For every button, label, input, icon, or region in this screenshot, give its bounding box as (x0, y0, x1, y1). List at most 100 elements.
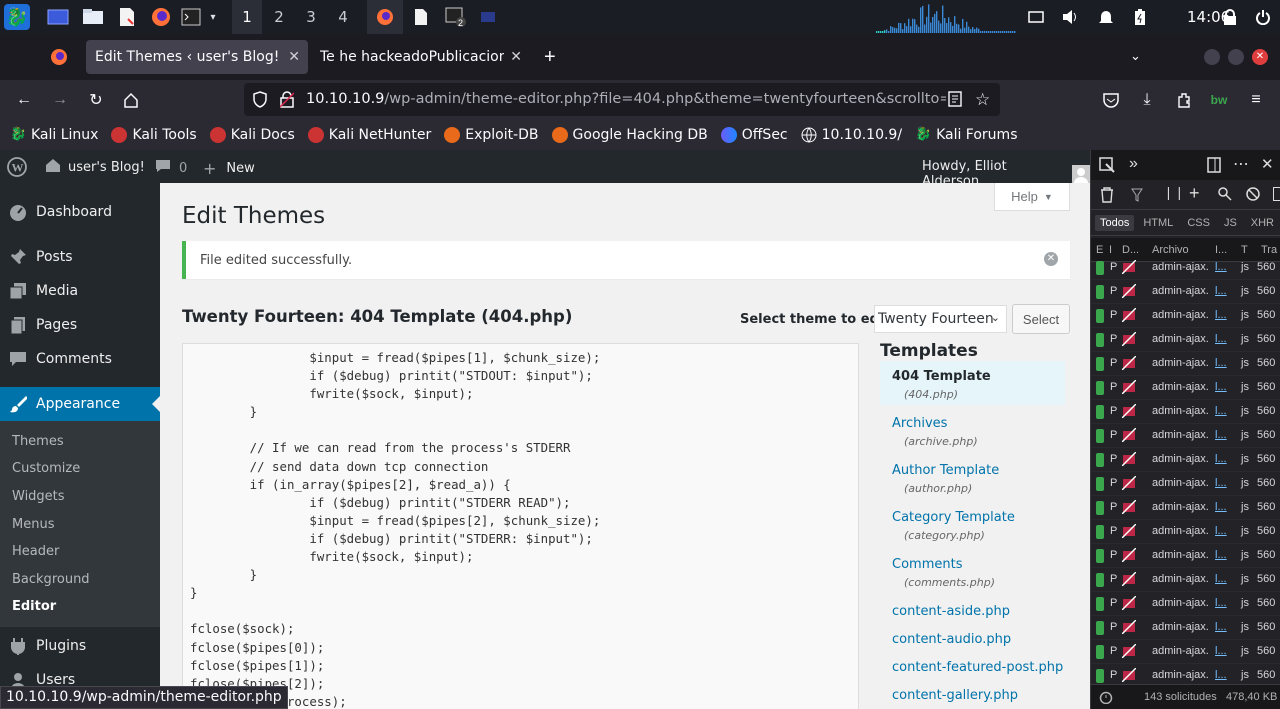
workspace-1[interactable]: 1 (232, 0, 262, 34)
bookmark-kali-linux[interactable]: 🐉 Kali Linux (10, 127, 98, 143)
theme-select[interactable]: Twenty Fourteen ⌄ (874, 305, 1007, 333)
url-text[interactable]: 10.10.10.9/wp-admin/theme-editor.php?fil… (306, 91, 946, 107)
dismiss-icon[interactable]: ✕ (1044, 252, 1058, 266)
template-item[interactable]: Category Template (category.php) (880, 502, 1065, 546)
new-content-link[interactable]: + New (203, 159, 255, 178)
code-editor[interactable]: $input = fread($pipes[1], $chunk_size); … (182, 343, 859, 709)
template-item[interactable]: content-featured-post.php (880, 652, 1065, 678)
network-row[interactable]: Padmin-ajax. l... js 560 (1091, 424, 1280, 448)
minimize-button[interactable] (1204, 49, 1220, 65)
row-initiator[interactable]: l... (1215, 477, 1227, 489)
network-row[interactable]: Padmin-ajax. l... js 560 (1091, 376, 1280, 400)
network-row[interactable]: Padmin-ajax. l... js 560 (1091, 280, 1280, 304)
col-file[interactable]: Archivo (1152, 244, 1189, 256)
template-item[interactable]: content-aside.php (880, 596, 1065, 622)
menu-dashboard[interactable]: Dashboard (0, 195, 160, 229)
submenu-header[interactable]: Header (12, 544, 59, 559)
filter-all[interactable]: Todos (1095, 214, 1135, 231)
submenu-menus[interactable]: Menus (12, 517, 54, 532)
row-initiator[interactable]: l... (1215, 621, 1227, 633)
network-row[interactable]: Padmin-ajax. l... js 560 (1091, 472, 1280, 496)
insecure-lock-icon[interactable] (279, 91, 295, 113)
volume-icon[interactable] (1060, 6, 1080, 28)
col-initiator[interactable]: I... (1215, 244, 1227, 256)
bookmark-kali-docs[interactable]: Kali Docs (209, 127, 295, 143)
shield-icon[interactable] (252, 91, 268, 113)
pause-icon[interactable]: ❘❘ (1163, 185, 1185, 201)
reload-icon[interactable]: ↻ (85, 89, 107, 111)
row-initiator[interactable]: l... (1215, 573, 1227, 585)
select-button[interactable]: Select (1012, 304, 1070, 334)
dock-side-icon[interactable] (1207, 157, 1221, 178)
template-item[interactable]: 404 Template (404.php) (880, 361, 1065, 405)
row-initiator[interactable]: l... (1215, 381, 1227, 393)
file-manager-icon[interactable] (81, 6, 105, 28)
row-initiator[interactable]: l... (1215, 357, 1227, 369)
network-row[interactable]: Padmin-ajax. l... js 560 (1091, 448, 1280, 472)
workspace-3[interactable]: 3 (296, 0, 326, 34)
element-picker-icon[interactable] (1099, 157, 1115, 178)
row-initiator[interactable]: l... (1215, 669, 1227, 681)
network-row[interactable]: Padmin-ajax. l... js 560 (1091, 496, 1280, 520)
template-item[interactable]: Author Template (author.php) (880, 455, 1065, 499)
lock-icon[interactable] (1220, 6, 1240, 28)
list-tabs-icon[interactable]: ⌄ (1130, 48, 1141, 64)
menu-appearance[interactable]: Appearance (0, 387, 160, 421)
code-content[interactable]: $input = fread($pipes[1], $chunk_size); … (190, 349, 600, 709)
row-initiator[interactable]: l... (1215, 333, 1227, 345)
row-initiator[interactable]: l... (1215, 645, 1227, 657)
close-icon[interactable]: ✕ (288, 48, 300, 65)
home-icon[interactable] (120, 89, 142, 111)
url-bar[interactable]: 10.10.10.9/wp-admin/theme-editor.php?fil… (244, 83, 1000, 116)
reader-view-icon[interactable] (948, 91, 962, 112)
bookmark-10-10-10-9[interactable]: 10.10.10.9/ (801, 127, 902, 143)
template-item[interactable]: Comments (comments.php) (880, 549, 1065, 593)
network-row[interactable]: Padmin-ajax. l... js 560 (1091, 616, 1280, 640)
workspace-2[interactable]: 2 (264, 0, 294, 34)
template-item[interactable]: content-gallery.php (880, 680, 1065, 706)
search-icon[interactable] (1218, 187, 1232, 206)
network-row[interactable]: Padmin-ajax. l... js 560 (1091, 544, 1280, 568)
row-initiator[interactable]: l... (1215, 429, 1227, 441)
menu-plugins[interactable]: Plugins (0, 629, 160, 663)
pocket-icon[interactable] (1100, 89, 1122, 111)
network-row[interactable]: Padmin-ajax. l... js 560 (1091, 400, 1280, 424)
network-row[interactable]: Padmin-ajax. l... js 560 (1091, 304, 1280, 328)
col-transferred[interactable]: Tra (1261, 244, 1277, 256)
chevron-down-icon[interactable]: ▾ (205, 6, 221, 28)
row-initiator[interactable]: l... (1215, 405, 1227, 417)
menu-pages[interactable]: Pages (0, 308, 160, 342)
col-type[interactable]: T (1241, 244, 1248, 256)
submenu-customize[interactable]: Customize (12, 461, 80, 476)
filter-js[interactable]: JS (1219, 215, 1242, 231)
row-initiator[interactable]: l... (1215, 501, 1227, 513)
submenu-background[interactable]: Background (12, 572, 90, 587)
trash-icon[interactable] (1100, 187, 1114, 208)
filter-xhr[interactable]: XHR (1246, 215, 1279, 231)
firefox-view-icon[interactable] (50, 48, 68, 66)
tab-edit-themes[interactable]: Edit Themes ‹ user's Blog! — ✕ (86, 40, 308, 74)
hamburger-menu-icon[interactable]: ≡ (1245, 89, 1267, 111)
menu-comments[interactable]: Comments (0, 342, 160, 376)
network-row[interactable]: Padmin-ajax. l... js 560 (1091, 592, 1280, 616)
col-method[interactable]: I (1109, 244, 1112, 256)
firefox-window-icon[interactable] (367, 0, 403, 34)
comments-link[interactable]: 0 (155, 159, 187, 177)
plus-icon[interactable]: + (1189, 183, 1200, 204)
help-button[interactable]: Help ▼ (994, 183, 1070, 211)
bookmark-kali-nethunter[interactable]: Kali NetHunter (307, 127, 431, 143)
menu-media[interactable]: Media (0, 274, 160, 308)
submenu-editor[interactable]: Editor (12, 599, 56, 614)
row-initiator[interactable]: l... (1215, 597, 1227, 609)
forward-icon[interactable]: → (49, 89, 71, 111)
bookmark-star-icon[interactable]: ☆ (975, 90, 990, 110)
bookmark-kali-tools[interactable]: Kali Tools (111, 127, 197, 143)
filter-icon[interactable] (1131, 188, 1143, 207)
options-menu-icon[interactable]: ⋯ (1233, 154, 1249, 174)
network-row[interactable]: Padmin-ajax. l... js 560 (1091, 568, 1280, 592)
downloads-icon[interactable]: ⤓ (1136, 89, 1158, 111)
template-item[interactable]: Archives (archive.php) (880, 408, 1065, 452)
battery-icon[interactable] (1131, 6, 1149, 28)
close-icon[interactable]: ✕ (510, 48, 522, 65)
block-icon[interactable] (1246, 187, 1260, 206)
